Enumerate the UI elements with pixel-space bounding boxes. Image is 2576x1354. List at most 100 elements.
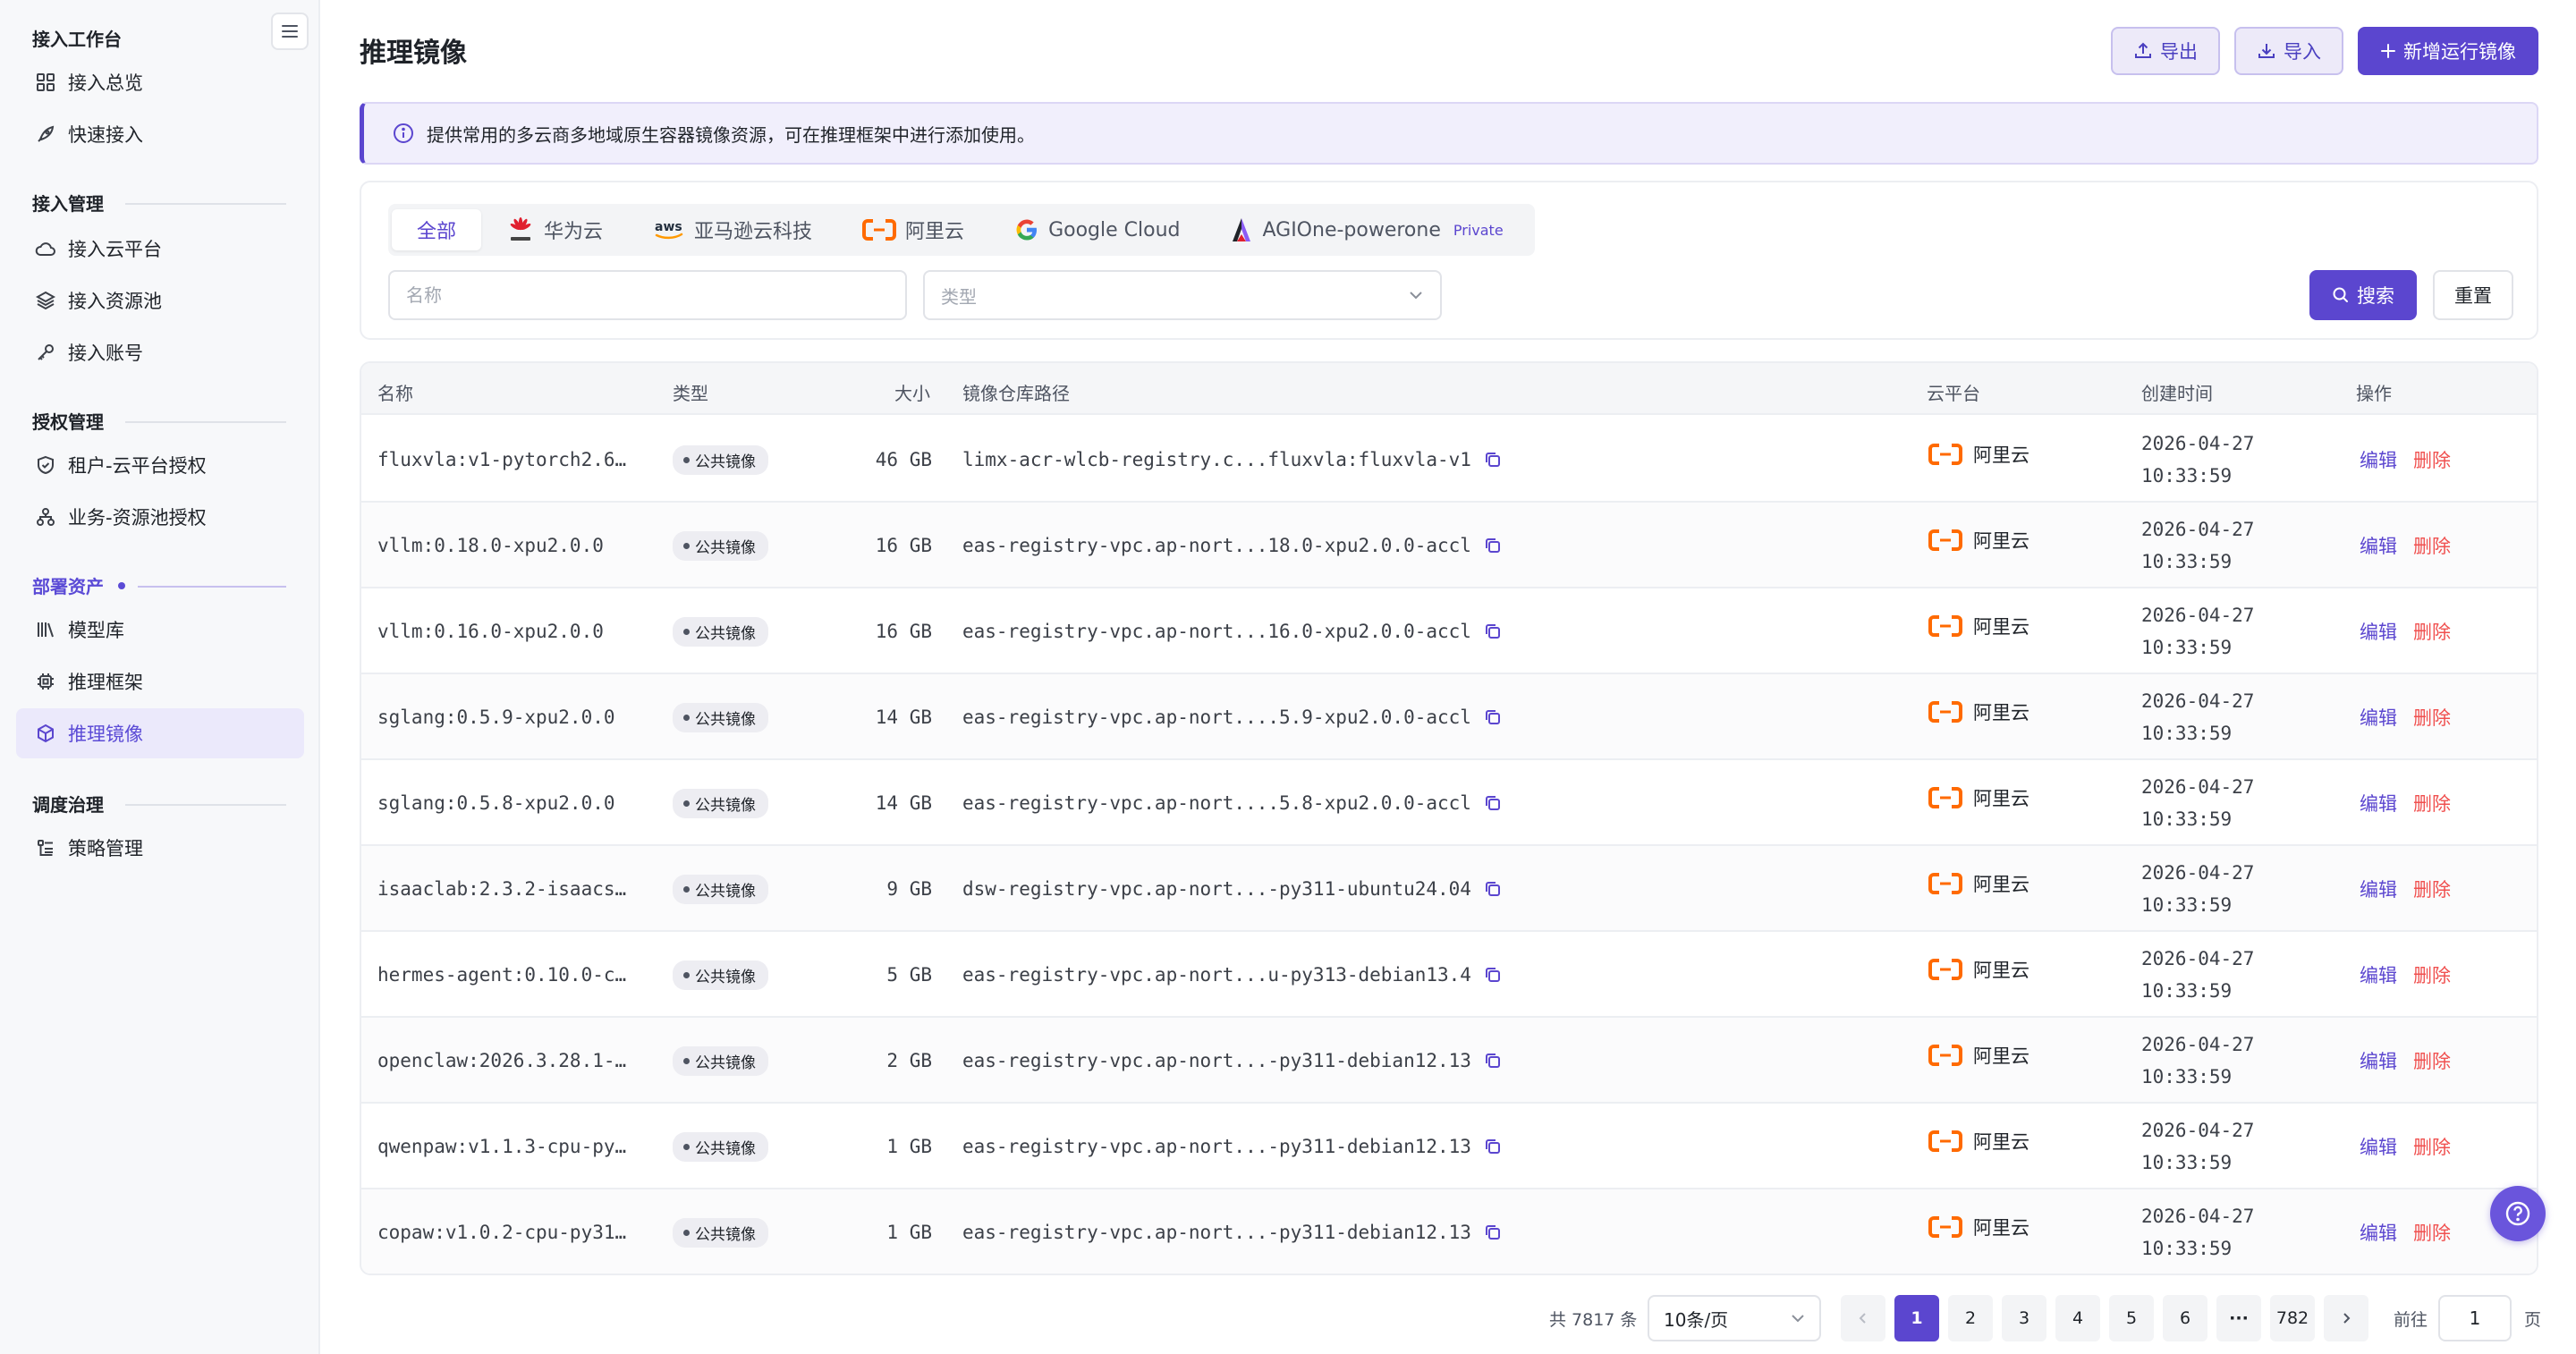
copy-icon[interactable] — [1484, 1052, 1502, 1070]
table-row: fluxvla:v1-pytorch2.6… 公共镜像 46 GB limx-acr-… — [361, 417, 2537, 503]
edit-link[interactable]: 编辑 — [2360, 704, 2397, 731]
tab-aws[interactable]: aws 亚马逊云科技 — [628, 209, 837, 250]
sidebar-item-cloud-platform[interactable]: 接入云平台 — [16, 224, 304, 274]
path-cell: eas-registry-vpc.ap-nort...u-py313-debia… — [962, 932, 1502, 1018]
edit-link[interactable]: 编辑 — [2360, 1047, 2397, 1074]
delete-link[interactable]: 删除 — [2413, 876, 2451, 902]
create-image-button[interactable]: 新增运行镜像 — [2358, 27, 2538, 75]
sidebar-item-inference-framework[interactable]: 推理框架 — [16, 656, 304, 707]
copy-icon[interactable] — [1484, 1223, 1502, 1241]
image-size: 14 GB — [875, 707, 932, 728]
copy-icon[interactable] — [1484, 451, 1502, 469]
delete-link[interactable]: 删除 — [2413, 618, 2451, 645]
aliyun-logo-icon — [1928, 700, 1962, 724]
cloud-cell: 阿里云 — [1928, 1098, 2029, 1184]
table-row: copaw:v1.0.2-cpu-py31… 公共镜像 1 GB eas-regist… — [361, 1189, 2537, 1274]
delete-link[interactable]: 删除 — [2413, 704, 2451, 731]
registry-path: limx-acr-wlcb-registry.c...fluxvla:fluxv… — [962, 449, 1471, 470]
sidebar-item-label: 租户-云平台授权 — [68, 455, 207, 477]
cloud-tabs: 全部 华为云 aws 亚马逊云科技 阿里云 Google Cloud AGIOn… — [388, 204, 1535, 256]
copy-icon[interactable] — [1484, 966, 1502, 984]
sidebar-item-account[interactable]: 接入账号 — [16, 327, 304, 377]
copy-icon[interactable] — [1484, 708, 1502, 726]
sidebar-item-tenant-auth[interactable]: 租户-云平台授权 — [16, 440, 304, 490]
sidebar-item-overview[interactable]: 接入总览 — [16, 57, 304, 107]
sidebar-item-business-auth[interactable]: 业务-资源池授权 — [16, 492, 304, 542]
search-icon — [2333, 287, 2348, 302]
help-button[interactable] — [2490, 1186, 2546, 1241]
edit-link[interactable]: 编辑 — [2360, 876, 2397, 902]
image-name: copaw:v1.0.2-cpu-py31… — [377, 1222, 627, 1243]
created-time: 2026-04-27 10:33:59 — [2141, 932, 2254, 1018]
sidebar-item-policy[interactable]: 策略管理 — [16, 823, 304, 873]
image-name: sglang:0.5.9-xpu2.0.0 — [377, 707, 615, 728]
delete-link[interactable]: 删除 — [2413, 1047, 2451, 1074]
delete-link[interactable]: 删除 — [2413, 1133, 2451, 1160]
cloud-name: 阿里云 — [1973, 788, 2029, 809]
tab-all[interactable]: 全部 — [392, 209, 482, 250]
table-header: 名称 类型 大小 镜像仓库路径 云平台 创建时间 操作 — [361, 363, 2537, 415]
delete-link[interactable]: 删除 — [2413, 790, 2451, 817]
actions-cell: 编辑 删除 — [2360, 1189, 2451, 1274]
created-date: 2026-04-27 — [2141, 690, 2255, 712]
delete-link[interactable]: 删除 — [2413, 961, 2451, 988]
created-clock: 10:33:59 — [2141, 894, 2233, 916]
sidebar-item-model-library[interactable]: 模型库 — [16, 605, 304, 655]
edit-link[interactable]: 编辑 — [2360, 532, 2397, 559]
plus-icon — [2381, 44, 2395, 58]
copy-icon[interactable] — [1484, 537, 1502, 554]
tab-huawei[interactable]: 华为云 — [481, 209, 628, 250]
next-page-button[interactable] — [2324, 1295, 2368, 1341]
page-button[interactable]: 4 — [2055, 1295, 2100, 1341]
sidebar-item-quick-access[interactable]: 快速接入 — [16, 109, 304, 159]
tab-agione-powerone[interactable]: AGIOne-powerone Private — [1205, 209, 1528, 250]
image-size: 46 GB — [875, 449, 932, 470]
reset-button[interactable]: 重置 — [2433, 270, 2513, 320]
copy-icon[interactable] — [1484, 794, 1502, 812]
page-button[interactable]: 3 — [2002, 1295, 2046, 1341]
sidebar-section-workbench: 接入工作台 — [32, 29, 122, 50]
registry-path: eas-registry-vpc.ap-nort....5.9-xpu2.0.0… — [962, 707, 1471, 728]
sidebar-item-resource-pool[interactable]: 接入资源池 — [16, 275, 304, 326]
image-size: 1 GB — [886, 1222, 932, 1243]
name-search-field[interactable] — [388, 270, 907, 320]
delete-link[interactable]: 删除 — [2413, 1219, 2451, 1246]
page-button[interactable]: 1 — [1894, 1295, 1939, 1341]
aliyun-logo-icon — [1928, 872, 1962, 895]
sidebar-collapse-button[interactable] — [271, 13, 309, 50]
created-date: 2026-04-27 — [2141, 1120, 2255, 1141]
page-button[interactable]: 782 — [2270, 1295, 2315, 1341]
delete-link[interactable]: 删除 — [2413, 532, 2451, 559]
prev-page-button[interactable] — [1841, 1295, 1885, 1341]
edit-link[interactable]: 编辑 — [2360, 1133, 2397, 1160]
cloud-name: 阿里云 — [1973, 1045, 2029, 1067]
cloud-cell: 阿里云 — [1928, 755, 2029, 841]
sidebar-item-inference-image[interactable]: 推理镜像 — [16, 708, 304, 758]
edit-link[interactable]: 编辑 — [2360, 1219, 2397, 1246]
edit-link[interactable]: 编辑 — [2360, 790, 2397, 817]
delete-link[interactable]: 删除 — [2413, 446, 2451, 473]
page-button[interactable]: 6 — [2163, 1295, 2207, 1341]
type-select[interactable]: 类型 — [923, 270, 1442, 320]
tab-google-cloud[interactable]: Google Cloud — [989, 209, 1205, 250]
edit-link[interactable]: 编辑 — [2360, 961, 2397, 988]
edit-link[interactable]: 编辑 — [2360, 618, 2397, 645]
actions-cell: 编辑 删除 — [2360, 1104, 2451, 1189]
page-button[interactable]: 5 — [2109, 1295, 2154, 1341]
copy-icon[interactable] — [1484, 622, 1502, 640]
path-cell: eas-registry-vpc.ap-nort...18.0-xpu2.0.0… — [962, 503, 1502, 588]
edit-link[interactable]: 编辑 — [2360, 446, 2397, 473]
library-icon — [34, 618, 57, 641]
export-button[interactable]: 导出 — [2111, 27, 2220, 75]
page-button[interactable]: 2 — [1948, 1295, 1993, 1341]
sidebar-item-label: 推理框架 — [68, 672, 143, 693]
copy-icon[interactable] — [1484, 880, 1502, 898]
goto-page-input[interactable]: 1 — [2438, 1295, 2512, 1341]
page-ellipsis[interactable]: ··· — [2216, 1295, 2261, 1341]
import-button[interactable]: 导入 — [2234, 27, 2343, 75]
copy-icon[interactable] — [1484, 1138, 1502, 1155]
name-search-input[interactable] — [406, 284, 889, 306]
page-size-select[interactable]: 10条/页 — [1648, 1295, 1821, 1341]
tab-aliyun[interactable]: 阿里云 — [837, 209, 989, 250]
search-button[interactable]: 搜索 — [2309, 270, 2417, 320]
